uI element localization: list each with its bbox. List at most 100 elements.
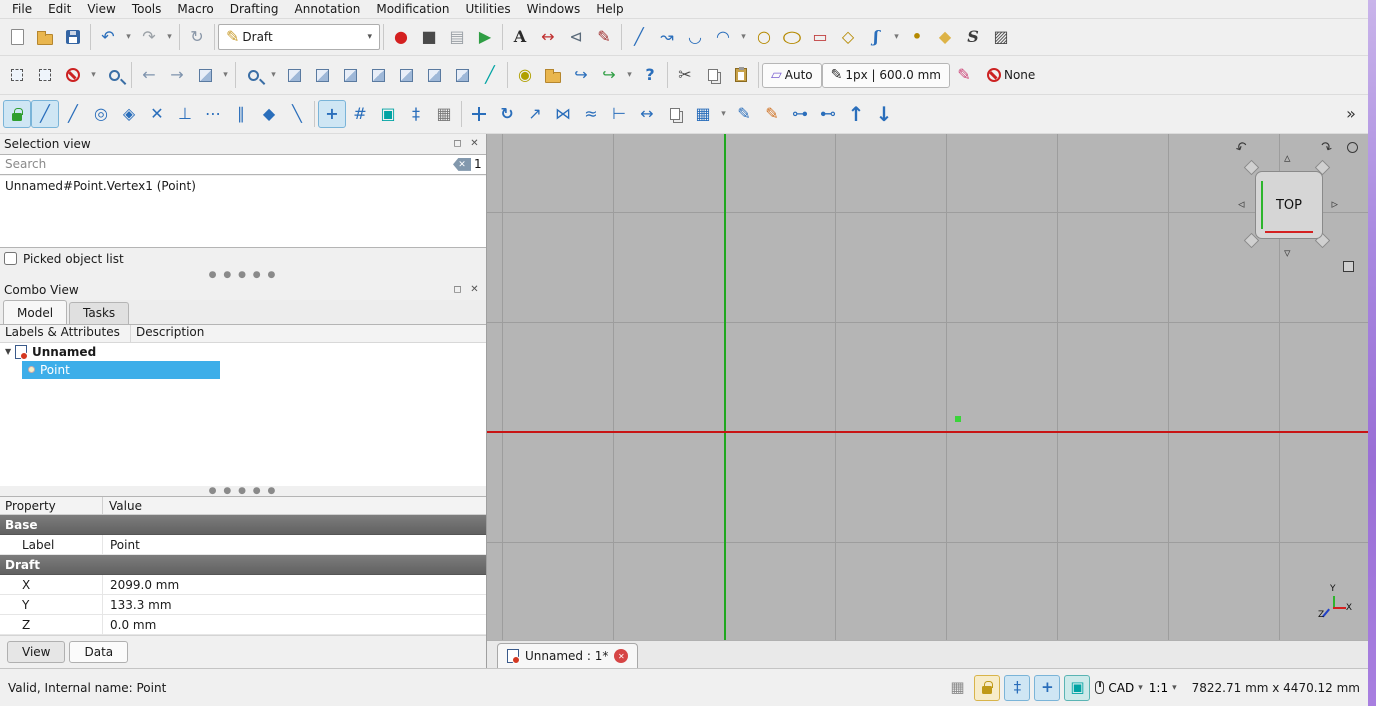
macro-stop-button[interactable]: ■ [415,23,443,51]
apply-style-button[interactable]: ✎ [950,61,978,89]
new-file-button[interactable] [3,23,31,51]
menu-view[interactable]: View [79,1,123,17]
toggle-grid-button[interactable]: ▦ [430,100,458,128]
copy-button[interactable] [699,61,727,89]
property-value-label[interactable]: Point [103,535,486,554]
nav-forward-button[interactable]: → [163,61,191,89]
tab-view[interactable]: View [7,641,65,663]
draft-shapestring-button[interactable]: S [959,23,987,51]
view-rear-button[interactable] [392,61,420,89]
snap-near-button[interactable]: ╲ [283,100,311,128]
tab-data[interactable]: Data [69,641,128,663]
snap-working-plane-button[interactable]: ▣ [374,100,402,128]
draft-dimension-button[interactable]: ↔ [534,23,562,51]
menu-macro[interactable]: Macro [169,1,221,17]
snap-midpoint-button[interactable]: ╱ [59,100,87,128]
view-front-button[interactable] [308,61,336,89]
snap-ortho-button[interactable]: + [318,100,346,128]
draft-offset-button[interactable]: ≈ [577,100,605,128]
tree-row-document[interactable]: ▼ Unnamed [0,343,486,361]
redo-button[interactable]: ↷ [135,23,163,51]
picked-object-list-checkbox[interactable] [4,252,17,265]
document-tab[interactable]: Unnamed : 1* ✕ [497,643,638,668]
tree-expand-icon[interactable]: ▼ [5,347,15,356]
measure-button[interactable]: ╱ [476,61,504,89]
property-group-base[interactable]: Base [0,515,486,535]
navcube-left-arrow[interactable]: ◃ [1238,198,1245,211]
snap-extension-button[interactable]: ⋯ [199,100,227,128]
combo-view-float-icon[interactable]: ◻ [450,282,465,297]
make-link-button[interactable]: ◉ [511,61,539,89]
link-import-all-button[interactable]: ↪ [595,61,623,89]
draft-move-button[interactable] [465,100,493,128]
view-right-button[interactable] [364,61,392,89]
draft-rectangle-button[interactable]: ▭ [806,23,834,51]
toggle-selectability-more-button[interactable]: ▾ [87,61,100,89]
draft-polygon-button[interactable]: ◇ [834,23,862,51]
navcube-down-arrow[interactable]: ▿ [1284,247,1291,260]
draft-ellipse-button[interactable]: ○ [778,23,806,51]
undo-more-button[interactable]: ▾ [122,23,135,51]
draft-clone-button[interactable] [661,100,689,128]
snap-dimensions-button[interactable]: ‡ [402,100,430,128]
draft-array-more-button[interactable]: ▾ [717,100,730,128]
document-tab-close-icon[interactable]: ✕ [614,649,628,663]
status-snap-lock-button[interactable] [974,675,1000,701]
navcube-rotate-cw-icon[interactable]: ↷ [1317,138,1334,157]
status-working-plane-button[interactable]: ▣ [1064,675,1090,701]
draft-bezier-more-button[interactable]: ▾ [890,23,903,51]
navcube-top-face[interactable]: TOP [1255,171,1323,239]
snap-endpoint-button[interactable]: ╱ [31,100,59,128]
make-link-group-button[interactable] [539,61,567,89]
paste-button[interactable] [727,61,755,89]
view-isometric-button[interactable] [191,61,219,89]
navcube-up-arrow[interactable]: ▵ [1284,152,1291,165]
macro-execute-button[interactable]: ▶ [471,23,499,51]
toggle-selectability-button[interactable] [59,61,87,89]
tree-point-selected-row[interactable]: Point [22,361,220,379]
draft-point-vertex[interactable] [955,416,961,422]
property-value-z[interactable]: 0.0 mm [103,615,486,634]
draft-subelement-highlight-button[interactable]: ✎ [758,100,786,128]
menu-help[interactable]: Help [588,1,631,17]
autogroup-button[interactable]: None [978,63,1044,88]
selection-list-item[interactable]: Unnamed#Point.Vertex1 (Point) [5,179,481,193]
draft-arc-more-button[interactable]: ▾ [737,23,750,51]
view-bottom-button[interactable] [420,61,448,89]
menu-windows[interactable]: Windows [519,1,589,17]
status-toggle-grid-button[interactable]: ▦ [944,675,970,701]
draft-upgrade-button[interactable]: ↑ [842,100,870,128]
navcube-minicube-icon[interactable] [1343,261,1354,272]
macro-edit-button[interactable]: ▤ [443,23,471,51]
cut-button[interactable]: ✂ [671,61,699,89]
draft-scale-button[interactable]: ↗ [521,100,549,128]
draft-bspline-button[interactable]: ʃ [862,23,890,51]
selection-view-float-icon[interactable]: ◻ [450,136,465,151]
open-file-button[interactable] [31,23,59,51]
workbench-selector-button[interactable]: ✎Draft▾ [218,24,380,50]
menu-modification[interactable]: Modification [368,1,457,17]
navcube-circle-icon[interactable] [1347,142,1358,153]
redo-more-button[interactable]: ▾ [163,23,176,51]
snap-lock-button[interactable] [3,100,31,128]
macro-record-button[interactable]: ● [387,23,415,51]
menu-edit[interactable]: Edit [40,1,79,17]
draft-join-button[interactable]: ⊶ [786,100,814,128]
property-value-y[interactable]: 133.3 mm [103,595,486,614]
toolbar-overflow-button[interactable]: » [1337,100,1365,128]
draft-stretch-button[interactable]: ↔ [633,100,661,128]
draft-mirror-button[interactable]: ⋈ [549,100,577,128]
property-value-x[interactable]: 2099.0 mm [103,575,486,594]
search-input[interactable] [0,155,450,174]
selection-view-close-icon[interactable]: ✕ [467,136,482,151]
select-visible-button[interactable] [100,61,128,89]
clear-search-icon[interactable]: ✕ [453,158,471,171]
whats-this-button[interactable]: ? [636,61,664,89]
draft-split-button[interactable]: ⊷ [814,100,842,128]
draft-circle-button[interactable]: ○ [750,23,778,51]
snap-special-button[interactable]: ◆ [255,100,283,128]
draft-rotate-button[interactable]: ↻ [493,100,521,128]
view-isometric-more-button[interactable]: ▾ [219,61,232,89]
draft-array-button[interactable]: ▦ [689,100,717,128]
link-more-button[interactable]: ▾ [623,61,636,89]
